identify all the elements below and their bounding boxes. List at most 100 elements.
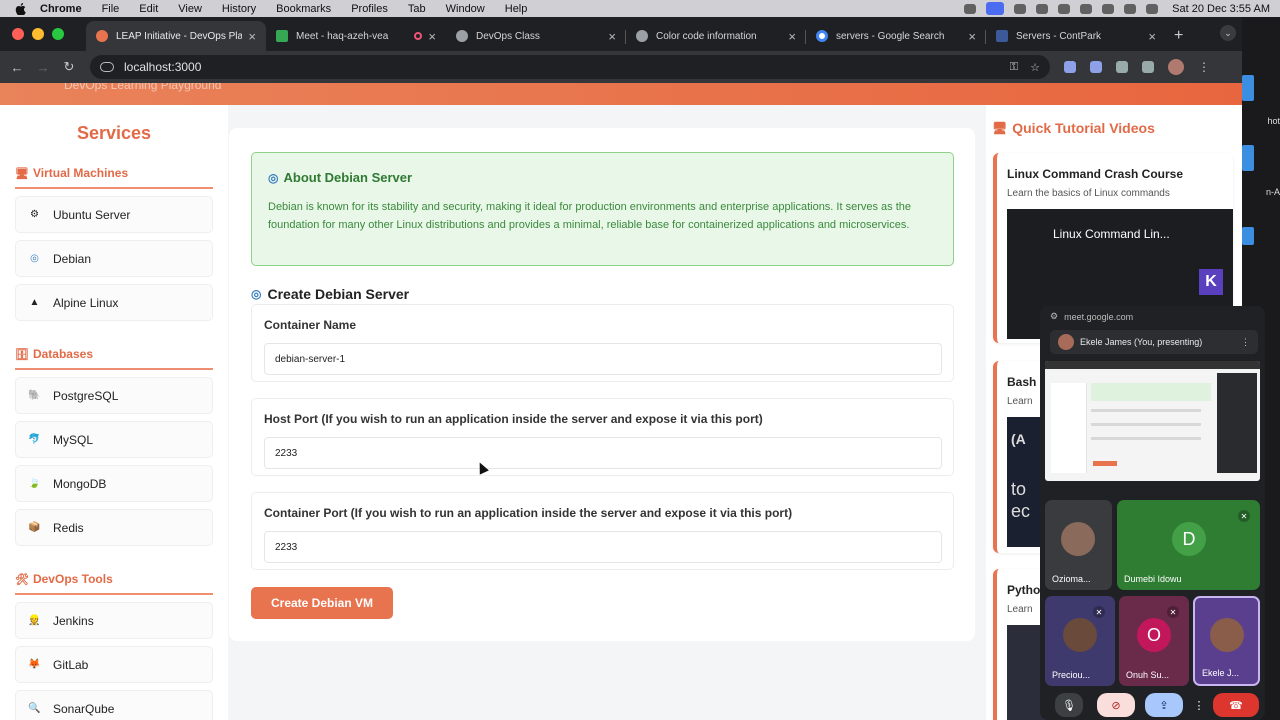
sidebar-item-label: MySQL bbox=[53, 432, 94, 447]
sidebar-item-jenkins[interactable]: 👷 Jenkins bbox=[15, 602, 213, 639]
extension-icon[interactable] bbox=[1064, 61, 1076, 73]
menu-help[interactable]: Help bbox=[505, 3, 528, 15]
sidebar-item-ubuntu-server[interactable]: ⚙ Ubuntu Server bbox=[15, 196, 213, 233]
close-tab-icon[interactable]: × bbox=[1148, 29, 1156, 44]
omnibox-actions: ⚿ ☆ bbox=[1010, 61, 1040, 74]
end-call-icon[interactable]: ☎ bbox=[1213, 693, 1259, 717]
menu-app-name[interactable]: Chrome bbox=[40, 3, 82, 15]
site-info-icon[interactable]: ⚙ bbox=[1050, 311, 1058, 322]
participant-tile-onuh[interactable]: O ✕ Onuh Su... bbox=[1119, 596, 1189, 686]
tab-search-chevron-icon[interactable]: ⌄ bbox=[1220, 25, 1236, 41]
tab-label: Color code information bbox=[656, 30, 757, 42]
close-tab-icon[interactable]: × bbox=[608, 29, 616, 44]
sidebar-title: Services bbox=[76, 123, 152, 143]
recording-indicator-icon bbox=[414, 32, 423, 40]
reading-list-icon[interactable] bbox=[1142, 61, 1154, 73]
control-center-icon[interactable] bbox=[1124, 3, 1137, 14]
kebab-menu-icon[interactable]: ⋮ bbox=[1241, 337, 1250, 348]
create-debian-vm-button[interactable]: Create Debian VM bbox=[251, 587, 393, 619]
tutorial-title: Pytho bbox=[1007, 583, 1041, 597]
section-heading: 🖥 Virtual Machines bbox=[15, 166, 213, 189]
menu-bookmarks[interactable]: Bookmarks bbox=[276, 3, 331, 15]
participant-tile-precious[interactable]: ✕ Preciou... bbox=[1045, 596, 1115, 686]
close-tab-icon[interactable]: × bbox=[968, 29, 976, 44]
menu-window[interactable]: Window bbox=[446, 3, 485, 15]
close-tab-icon[interactable]: × bbox=[788, 29, 796, 44]
tab-contpark[interactable]: Servers - ContPark × bbox=[986, 21, 1166, 51]
search-icon[interactable] bbox=[1102, 3, 1115, 14]
siri-icon[interactable] bbox=[1146, 3, 1159, 14]
forward-arrow-icon[interactable]: → bbox=[30, 60, 56, 75]
about-debian-box: ◎ About Debian Server Debian is known for… bbox=[251, 152, 954, 266]
menu-edit[interactable]: Edit bbox=[139, 3, 158, 15]
puzzle-icon[interactable] bbox=[1116, 61, 1128, 73]
browser-tab-strip: LEAP Initiative - DevOps Play × Meet - h… bbox=[0, 17, 1242, 51]
address-bar[interactable]: localhost:3000 ⚿ ☆ bbox=[90, 55, 1050, 79]
sidebar-item-debian[interactable]: ◎ Debian bbox=[15, 240, 213, 277]
menubar-clock[interactable]: Sat 20 Dec 3:55 AM bbox=[1172, 3, 1270, 15]
profile-avatar[interactable] bbox=[1168, 59, 1184, 75]
gear-icon bbox=[636, 30, 648, 42]
extension-icon[interactable] bbox=[1090, 61, 1102, 73]
about-title: ◎ About Debian Server bbox=[268, 170, 412, 185]
tab-devops-class[interactable]: DevOps Class × bbox=[446, 21, 626, 51]
sidebar-item-mongodb[interactable]: 🍃 MongoDB bbox=[15, 465, 213, 502]
mic-icon[interactable]: 🎙 bbox=[1055, 693, 1083, 717]
menu-view[interactable]: View bbox=[178, 3, 202, 15]
minimize-window-button[interactable] bbox=[32, 28, 44, 40]
sidebar-item-label: GitLab bbox=[53, 657, 89, 672]
jenkins-icon: 👷 bbox=[28, 615, 41, 626]
tab-leap-initiative[interactable]: LEAP Initiative - DevOps Play × bbox=[86, 21, 266, 51]
sidebar-item-gitlab[interactable]: 🦊 GitLab bbox=[15, 646, 213, 683]
settings-icon[interactable] bbox=[1014, 3, 1027, 14]
menu-profiles[interactable]: Profiles bbox=[351, 3, 388, 15]
container-port-input[interactable] bbox=[264, 531, 942, 563]
participant-tile-dumebi[interactable]: D ✕ Dumebi Idowu bbox=[1117, 500, 1260, 590]
container-name-input[interactable] bbox=[264, 343, 942, 375]
sidebar-item-redis[interactable]: 📦 Redis bbox=[15, 509, 213, 546]
back-arrow-icon[interactable]: ← bbox=[4, 60, 30, 75]
section-heading: 🗄 Databases bbox=[15, 347, 213, 370]
present-screen-icon[interactable]: ⇪ bbox=[1145, 693, 1183, 717]
kebab-menu-icon[interactable]: ⋮ bbox=[1198, 60, 1210, 74]
apple-icon[interactable] bbox=[14, 2, 28, 15]
bookmark-star-icon[interactable]: ☆ bbox=[1030, 61, 1040, 74]
field-label: Container Port (If you wish to run an ap… bbox=[264, 506, 793, 520]
menu-file[interactable]: File bbox=[102, 3, 120, 15]
wifi-icon[interactable] bbox=[1080, 3, 1093, 14]
tab-google-search[interactable]: servers - Google Search × bbox=[806, 21, 986, 51]
new-tab-button[interactable]: + bbox=[1174, 21, 1183, 51]
participant-tile-ekele[interactable]: Ekele J... bbox=[1193, 596, 1260, 686]
tab-label: servers - Google Search bbox=[836, 30, 945, 42]
sidebar-item-mysql[interactable]: 🐬 MySQL bbox=[15, 421, 213, 458]
battery-icon[interactable] bbox=[1058, 3, 1071, 14]
host-port-input[interactable] bbox=[264, 437, 942, 469]
url-text[interactable]: localhost:3000 bbox=[124, 60, 201, 74]
more-options-icon[interactable]: ⋮ bbox=[1193, 693, 1205, 717]
camera-off-icon[interactable]: ⊘ bbox=[1097, 693, 1135, 717]
channel-badge: K bbox=[1199, 269, 1223, 295]
banner-subtitle: DevOps Learning Playground bbox=[64, 83, 222, 92]
close-tab-icon[interactable]: × bbox=[248, 29, 256, 44]
screen-share-icon[interactable] bbox=[986, 2, 1005, 15]
tab-color-code[interactable]: Color code information × bbox=[626, 21, 806, 51]
participant-tile-ozioma[interactable]: Ozioma... bbox=[1045, 500, 1112, 590]
macos-menubar: Chrome File Edit View History Bookmarks … bbox=[0, 0, 1280, 17]
site-info-icon[interactable] bbox=[100, 62, 114, 72]
background-element bbox=[1242, 75, 1254, 101]
close-tab-icon[interactable]: × bbox=[428, 29, 436, 44]
play-icon[interactable] bbox=[1036, 3, 1049, 14]
close-window-button[interactable] bbox=[12, 28, 24, 40]
zoom-window-button[interactable] bbox=[52, 28, 64, 40]
discord-icon[interactable] bbox=[964, 3, 977, 14]
menu-tab[interactable]: Tab bbox=[408, 3, 426, 15]
sidebar-item-postgresql[interactable]: 🐘 PostgreSQL bbox=[15, 377, 213, 414]
sidebar-item-alpine-linux[interactable]: ▲ Alpine Linux bbox=[15, 284, 213, 321]
reload-icon[interactable]: ↻ bbox=[56, 59, 82, 75]
preview-element bbox=[1091, 383, 1211, 401]
key-icon[interactable]: ⚿ bbox=[1010, 61, 1018, 74]
contpark-icon bbox=[996, 30, 1008, 42]
menu-history[interactable]: History bbox=[222, 3, 256, 15]
sidebar-item-sonarqube[interactable]: 🔍 SonarQube bbox=[15, 690, 213, 720]
tab-meet[interactable]: Meet - haq-azeh-vea × bbox=[266, 21, 446, 51]
